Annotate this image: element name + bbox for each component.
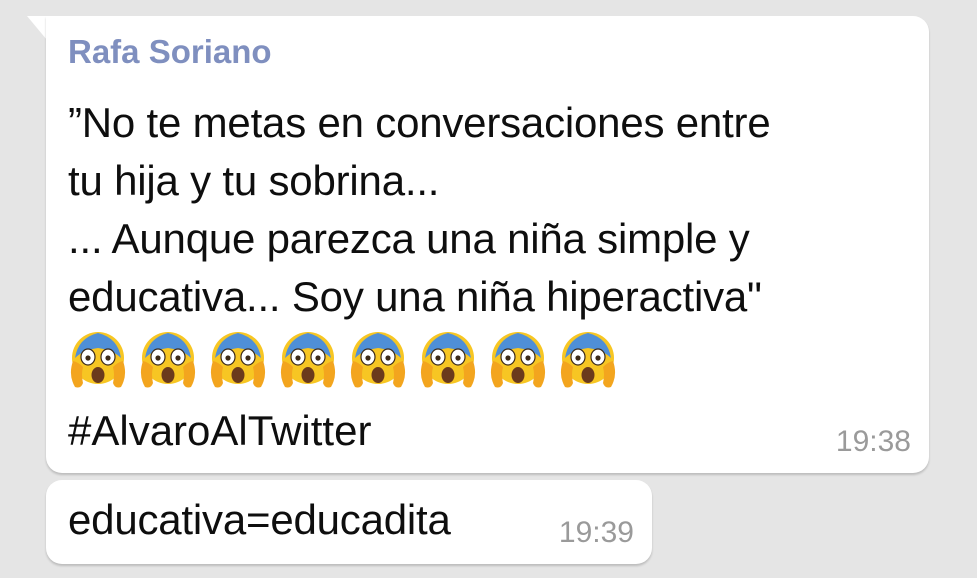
message-timestamp: 19:39 — [558, 516, 634, 549]
emoji-row — [66, 328, 620, 392]
message-text-line: ... Aunque parezca una niña simple y — [68, 215, 750, 262]
message-bubble[interactable]: educativa=educadita 19:39 — [46, 480, 652, 564]
message-text-line: educativa... Soy una niña hiperactiva" — [68, 273, 762, 320]
screaming-face-icon — [490, 332, 546, 388]
message-text: educativa=educadita — [68, 496, 451, 543]
message-text-line: tu hija y tu sobrina... — [68, 157, 440, 204]
screaming-face-icon — [280, 332, 336, 388]
message-timestamp: 19:38 — [835, 425, 911, 458]
screaming-face-icon — [70, 332, 126, 388]
message-text-line: ”No te metas en conversaciones entre — [68, 99, 771, 146]
sender-name[interactable]: Rafa Soriano — [68, 33, 272, 71]
hashtag-link[interactable]: #AlvaroAlTwitter — [68, 402, 371, 460]
screaming-face-icon — [350, 332, 406, 388]
message-tail — [27, 16, 47, 40]
screaming-face-icon — [560, 332, 616, 388]
chat-area: Rafa Soriano ”No te metas en conversacio… — [0, 0, 977, 578]
message-bubble[interactable]: Rafa Soriano ”No te metas en conversacio… — [46, 16, 929, 473]
screaming-face-icon — [420, 332, 476, 388]
screaming-face-icon — [210, 332, 266, 388]
screaming-face-icon — [140, 332, 196, 388]
